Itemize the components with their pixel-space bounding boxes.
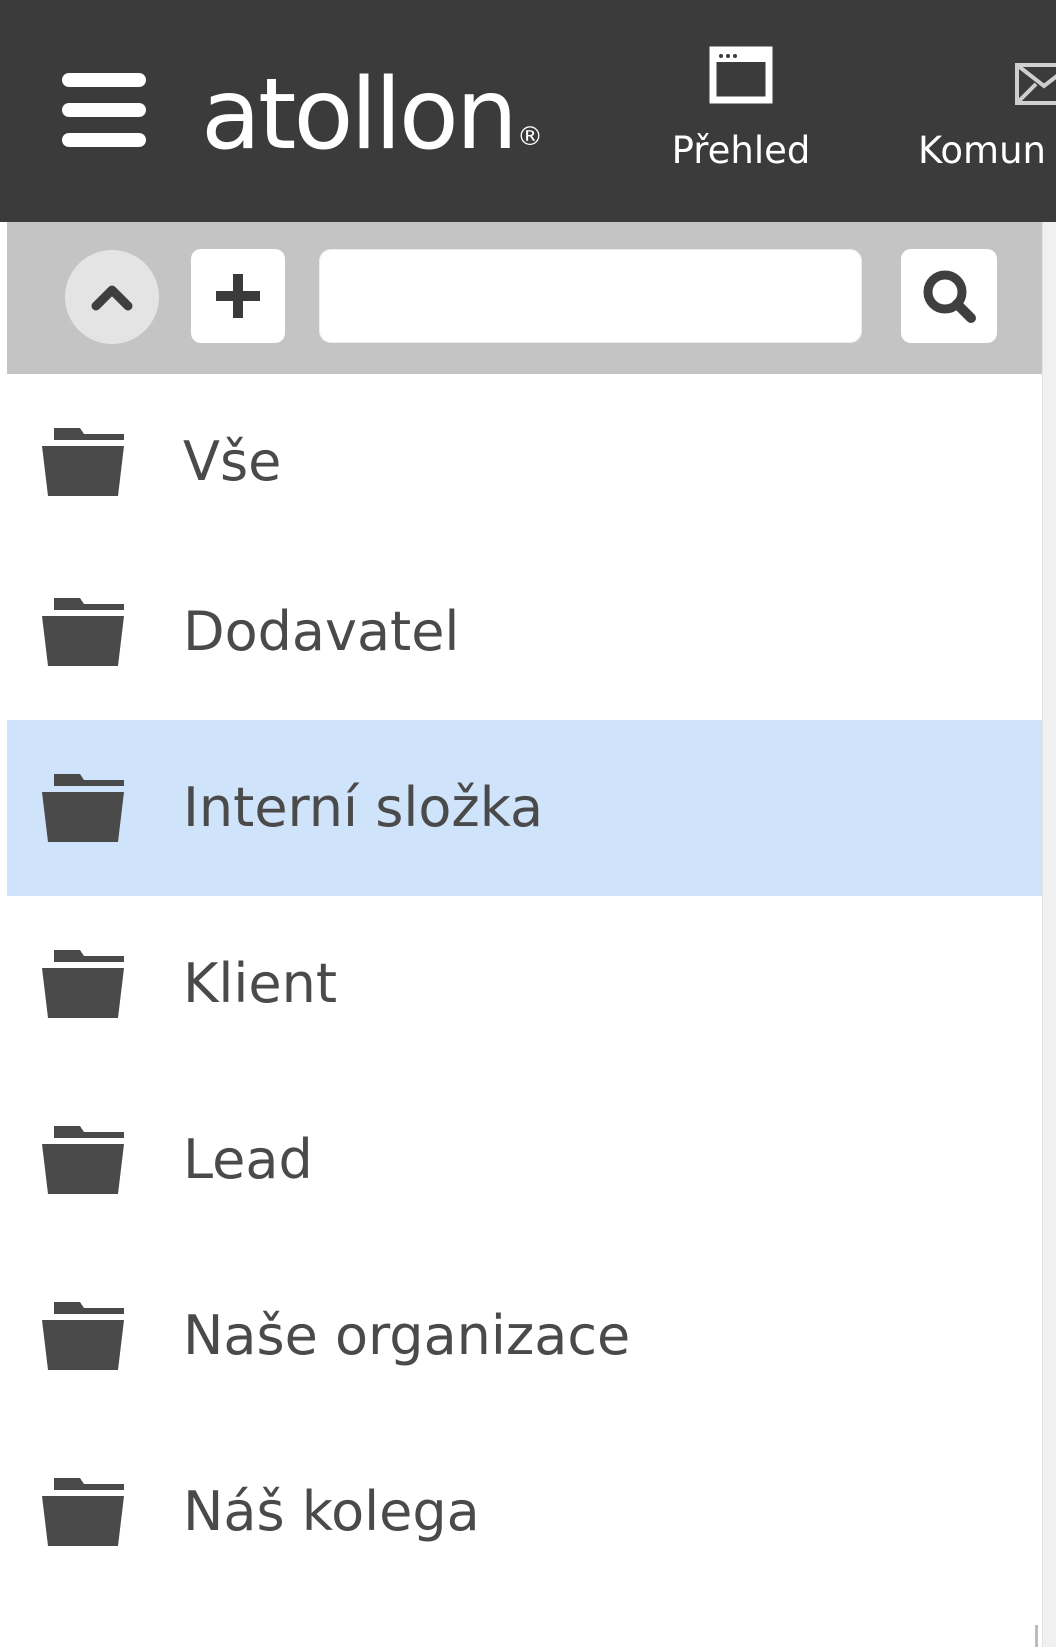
scroll-divider (1035, 1625, 1038, 1647)
folder-label: Dodavatel (183, 600, 460, 663)
search-input[interactable] (319, 249, 862, 343)
plus-icon (216, 274, 260, 318)
nav-label-prehled: Přehled (671, 129, 811, 172)
folder-item-lead[interactable]: Lead (7, 1072, 1042, 1248)
folder-item-klient[interactable]: Klient (7, 896, 1042, 1072)
folder-icon (42, 428, 124, 496)
folder-label: Interní složka (183, 776, 544, 839)
folder-item-dodavatel[interactable]: Dodavatel (7, 544, 1042, 720)
folder-icon (42, 1302, 124, 1370)
search-button[interactable] (901, 249, 997, 343)
folder-label: Náš kolega (183, 1480, 480, 1543)
folder-item-nas-kolega[interactable]: Náš kolega (7, 1424, 1042, 1600)
logo-registered-mark: ® (516, 122, 543, 152)
envelope-icon (1015, 63, 1056, 105)
folder-label: Klient (183, 952, 338, 1015)
chevron-up-icon (91, 285, 133, 311)
logo-text: atollon (201, 58, 518, 172)
nav-label-komunikace: Komun (918, 129, 1047, 172)
top-navigation-bar: atollon® Přehled Komun (0, 0, 1056, 222)
sidebar-toolbar (7, 222, 1042, 374)
folder-icon (42, 1478, 124, 1546)
nav-item-komunikace[interactable]: Komun (918, 44, 1056, 184)
nav-item-prehled[interactable]: Přehled (657, 44, 825, 184)
atollon-logo[interactable]: atollon® (201, 58, 543, 172)
folder-label: Vše (183, 430, 282, 493)
search-icon (923, 270, 976, 323)
folder-list: Vše Dodavatel Interní složka Klient Lead… (7, 374, 1042, 1600)
folder-item-nase-organizace[interactable]: Naše organizace (7, 1248, 1042, 1424)
folder-item-vse[interactable]: Vše (7, 374, 1042, 544)
hamburger-menu-icon[interactable] (62, 73, 146, 147)
window-icon (709, 46, 773, 104)
collapse-button[interactable] (65, 250, 159, 344)
folder-item-interni-slozka[interactable]: Interní složka (7, 720, 1042, 896)
folder-label: Lead (183, 1128, 313, 1191)
folder-label: Naše organizace (183, 1304, 631, 1367)
folder-icon (42, 598, 124, 666)
folder-sidebar: Vše Dodavatel Interní složka Klient Lead… (0, 222, 1042, 1647)
folder-icon (42, 1126, 124, 1194)
vertical-scrollbar[interactable] (1042, 222, 1056, 1647)
app-window: atollon® Přehled Komun Vše Dodavatel Int… (0, 0, 1056, 1647)
folder-icon (42, 950, 124, 1018)
folder-icon (42, 774, 124, 842)
add-folder-button[interactable] (191, 249, 285, 343)
